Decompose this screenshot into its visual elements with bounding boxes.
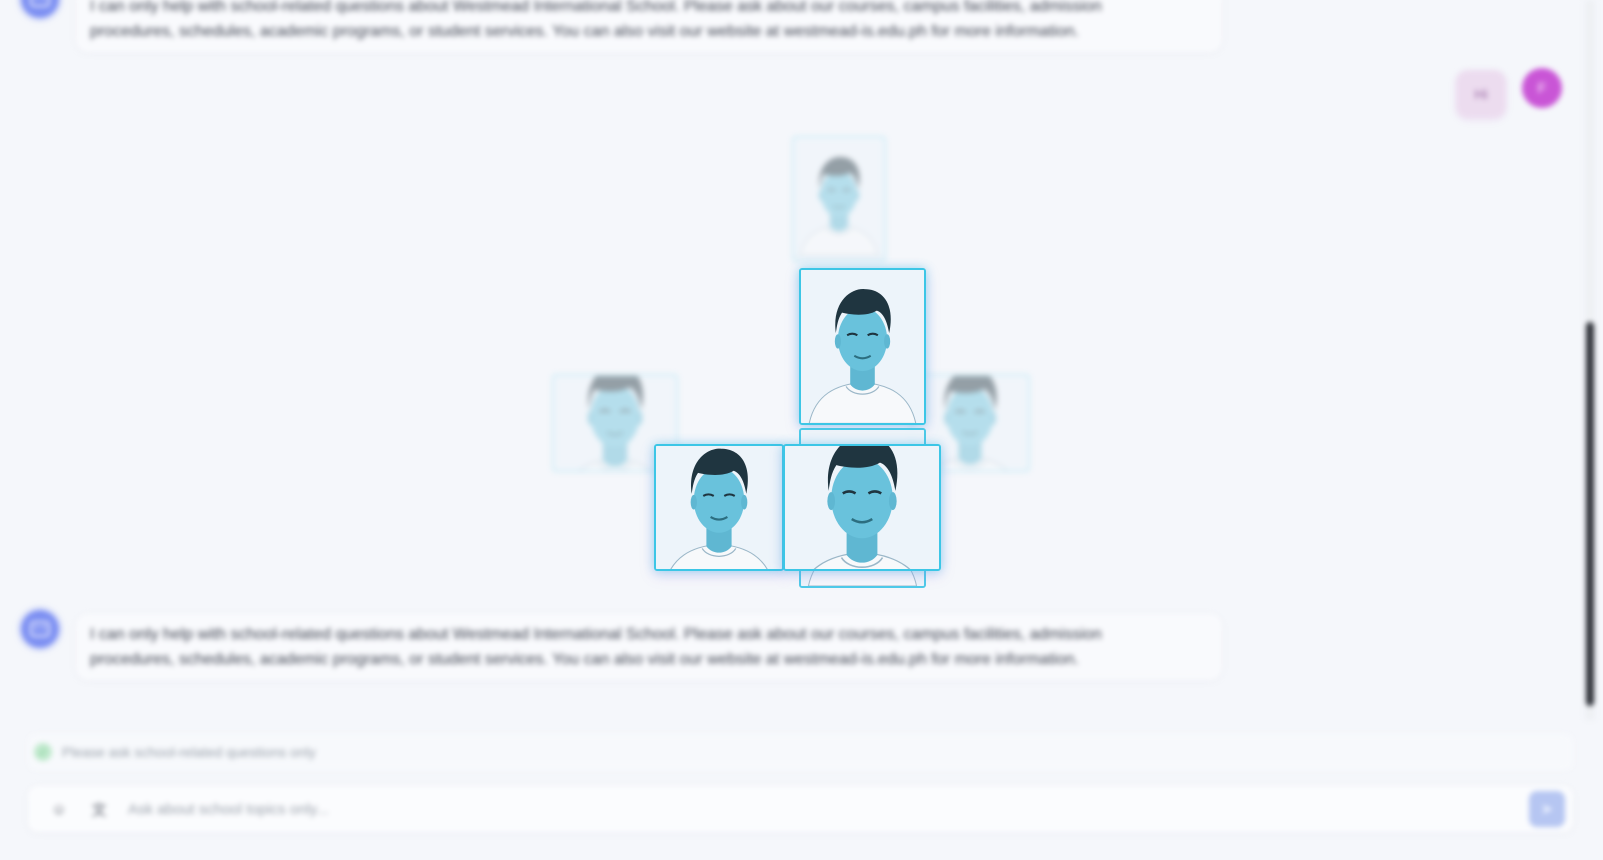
portrait-photo (794, 138, 884, 260)
shield-check-icon: ✓ (34, 743, 52, 761)
portrait-photo (801, 270, 924, 423)
bot-message-bottom: I can only help with school-related ques… (76, 614, 1222, 680)
message-composer: ☺ 文 ➤ (28, 786, 1573, 832)
scrollbar-thumb[interactable] (1586, 322, 1594, 706)
photo-card-main[interactable] (799, 268, 926, 425)
bot-message-line: procedures, schedules, academic programs… (90, 651, 1079, 668)
user-avatar: F (1522, 68, 1562, 108)
notice-bar: ✓ Please ask school-related questions on… (28, 734, 1573, 770)
user-message-text: Hi (1474, 86, 1488, 102)
send-icon: ➤ (1540, 801, 1554, 818)
photo-card-left[interactable] (654, 444, 784, 571)
portrait-photo (785, 446, 939, 569)
message-input[interactable] (126, 799, 1529, 819)
send-button[interactable]: ➤ (1529, 791, 1565, 827)
photo-card-ghost-top (792, 136, 886, 262)
notice-text: Please ask school-related questions only (62, 744, 316, 760)
user-avatar-initial: F (1537, 79, 1547, 97)
portrait-photo (656, 446, 782, 569)
bot-avatar-icon (21, 0, 59, 18)
photo-card-front[interactable] (783, 444, 941, 571)
bot-message-top: I can only help with school-related ques… (76, 0, 1222, 52)
user-message: Hi (1456, 70, 1506, 118)
bot-message-line: I can only help with school-related ques… (90, 0, 1102, 15)
translate-icon[interactable]: 文 (82, 799, 116, 820)
bot-message-line: procedures, schedules, academic programs… (90, 23, 1079, 40)
bot-avatar-icon (21, 610, 59, 648)
bot-message-line: I can only help with school-related ques… (90, 626, 1102, 643)
emoji-icon[interactable]: ☺ (42, 801, 76, 818)
